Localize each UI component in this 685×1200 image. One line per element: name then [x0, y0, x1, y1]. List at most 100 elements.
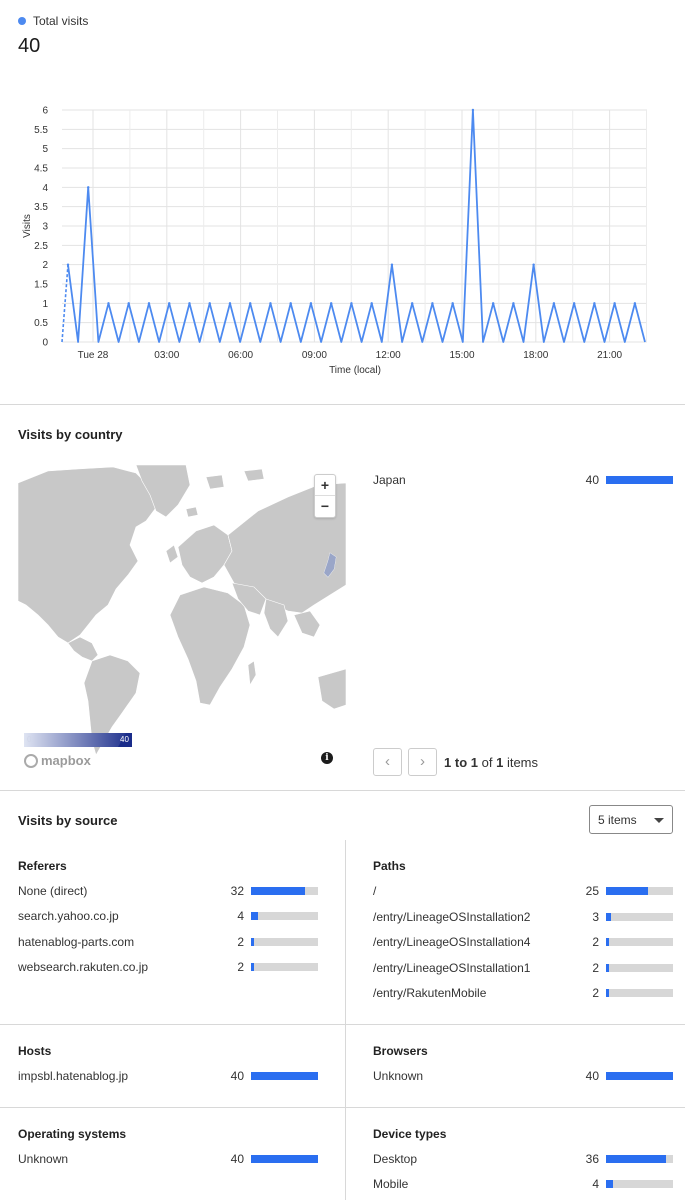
data-point[interactable] [491, 302, 495, 305]
data-point[interactable] [289, 302, 292, 305]
referer-row-value: 32 [230, 884, 244, 898]
browser-row-bar [606, 1072, 673, 1080]
referer-row-label[interactable]: hatenablog-parts.com [18, 935, 134, 949]
x-tick-label: 09:00 [302, 350, 327, 361]
divider [0, 1024, 685, 1025]
referer-row-value: 2 [237, 934, 244, 949]
browser-row-label[interactable]: Unknown [373, 1069, 423, 1083]
data-point[interactable] [87, 186, 90, 189]
country-row-bar [606, 476, 673, 484]
mapbox-logo-icon [24, 753, 38, 768]
device-row-bar-fill [606, 1180, 613, 1188]
data-point[interactable] [593, 302, 596, 305]
path-row-value: 2 [592, 960, 599, 975]
os-row-bar [251, 1155, 318, 1163]
data-point[interactable] [249, 302, 252, 305]
path-row-bar [606, 963, 673, 972]
x-tick-label: Tue 28 [78, 350, 109, 361]
y-tick-label: 4 [42, 183, 48, 194]
pager-next-button[interactable]: › [408, 748, 437, 776]
os-row-label[interactable]: Unknown [18, 1152, 68, 1166]
data-point[interactable] [66, 263, 70, 266]
referer-row-label[interactable]: search.yahoo.co.jp [18, 909, 119, 923]
visits-line-chart[interactable]: 0 0.5 1 1.5 2 2.5 3 3.5 4 4.5 5 5.5 6 Tue 28 03:00 06:0… [0, 95, 685, 385]
y-tick-label: 0 [42, 338, 48, 349]
map-attribution-info-icon[interactable]: i [321, 752, 333, 764]
data-point[interactable] [350, 302, 353, 305]
data-point[interactable] [228, 302, 232, 305]
data-point[interactable] [208, 302, 211, 305]
data-point[interactable] [107, 302, 110, 305]
referer-row-value: 2 [237, 959, 244, 974]
data-point[interactable] [309, 302, 313, 305]
host-row-value: 40 [230, 1069, 244, 1083]
y-tick-label: 3.5 [34, 202, 48, 213]
data-point[interactable] [572, 302, 576, 305]
y-tick-label: 3 [42, 222, 48, 233]
zoom-in-button[interactable]: + [315, 475, 335, 496]
items-per-page-select[interactable]: 5 items [589, 805, 673, 834]
path-row-bar-fill [606, 963, 610, 972]
y-tick-label: 0.5 [34, 318, 48, 329]
world-map[interactable] [18, 465, 346, 775]
data-point[interactable] [532, 263, 535, 266]
path-row-label[interactable]: /entry/LineageOSInstallation1 [373, 961, 530, 975]
referer-row-bar [251, 887, 318, 895]
data-point[interactable] [188, 302, 191, 305]
data-point[interactable] [451, 302, 454, 305]
y-tick-label: 1 [42, 299, 48, 310]
device-types-title: Device types [373, 1127, 447, 1141]
path-row-label[interactable]: /entry/LineageOSInstallation4 [373, 935, 530, 949]
device-row-label[interactable]: Mobile [373, 1177, 408, 1191]
data-point[interactable] [552, 302, 556, 305]
data-point[interactable] [633, 302, 637, 305]
zoom-out-button[interactable]: − [315, 496, 335, 517]
referer-row-bar-fill [251, 887, 305, 895]
x-tick-label: 21:00 [597, 350, 622, 361]
data-point[interactable] [512, 302, 515, 305]
data-point[interactable] [269, 302, 272, 305]
data-point[interactable] [370, 302, 373, 305]
legend-label: Total visits [33, 14, 89, 28]
map-zoom-control: + − [314, 474, 336, 518]
data-point[interactable] [329, 302, 333, 305]
referer-row-label[interactable]: None (direct) [18, 884, 87, 898]
country-row-label[interactable]: Japan [373, 473, 406, 487]
data-point[interactable] [168, 302, 171, 305]
chevron-down-icon [654, 818, 664, 823]
data-point[interactable] [431, 302, 434, 305]
column-divider [345, 840, 346, 1200]
scale-min-label: 0 [27, 735, 32, 744]
y-tick-label: 5 [42, 144, 48, 155]
pager-prev-button[interactable]: ‹ [373, 748, 402, 776]
x-axis-title: Time (local) [329, 365, 381, 376]
section-title-country: Visits by country [18, 427, 123, 442]
data-point[interactable] [147, 302, 151, 305]
total-visits-value: 40 [18, 35, 41, 57]
host-row-label[interactable]: impsbl.hatenablog.jp [18, 1069, 128, 1083]
scale-max-label: 40 [120, 735, 129, 744]
path-row-label[interactable]: /entry/RakutenMobile [373, 986, 486, 1000]
x-tick-label: 06:00 [228, 350, 253, 361]
mapbox-logo[interactable]: mapbox [24, 753, 91, 768]
section-title-source: Visits by source [18, 813, 118, 828]
data-point[interactable] [127, 302, 130, 305]
referer-row-label[interactable]: websearch.rakuten.co.jp [18, 960, 148, 974]
chart-legend[interactable]: Total visits [18, 14, 88, 28]
path-row-bar [606, 989, 673, 997]
host-row-bar [251, 1072, 318, 1080]
path-row-label[interactable]: /entry/LineageOSInstallation2 [373, 910, 530, 924]
legend-dot-icon [18, 17, 26, 25]
data-point[interactable] [613, 302, 616, 305]
data-point[interactable] [410, 302, 414, 305]
path-row-bar [606, 938, 673, 946]
data-point[interactable] [471, 108, 475, 112]
device-row-label[interactable]: Desktop [373, 1152, 417, 1166]
y-tick-label: 2 [42, 260, 48, 271]
data-point[interactable] [390, 263, 394, 266]
browser-row-bar-fill [606, 1072, 673, 1080]
path-row-value: 25 [585, 884, 599, 898]
path-row-bar [606, 912, 673, 921]
divider [0, 790, 685, 791]
path-row-label[interactable]: / [373, 884, 376, 898]
